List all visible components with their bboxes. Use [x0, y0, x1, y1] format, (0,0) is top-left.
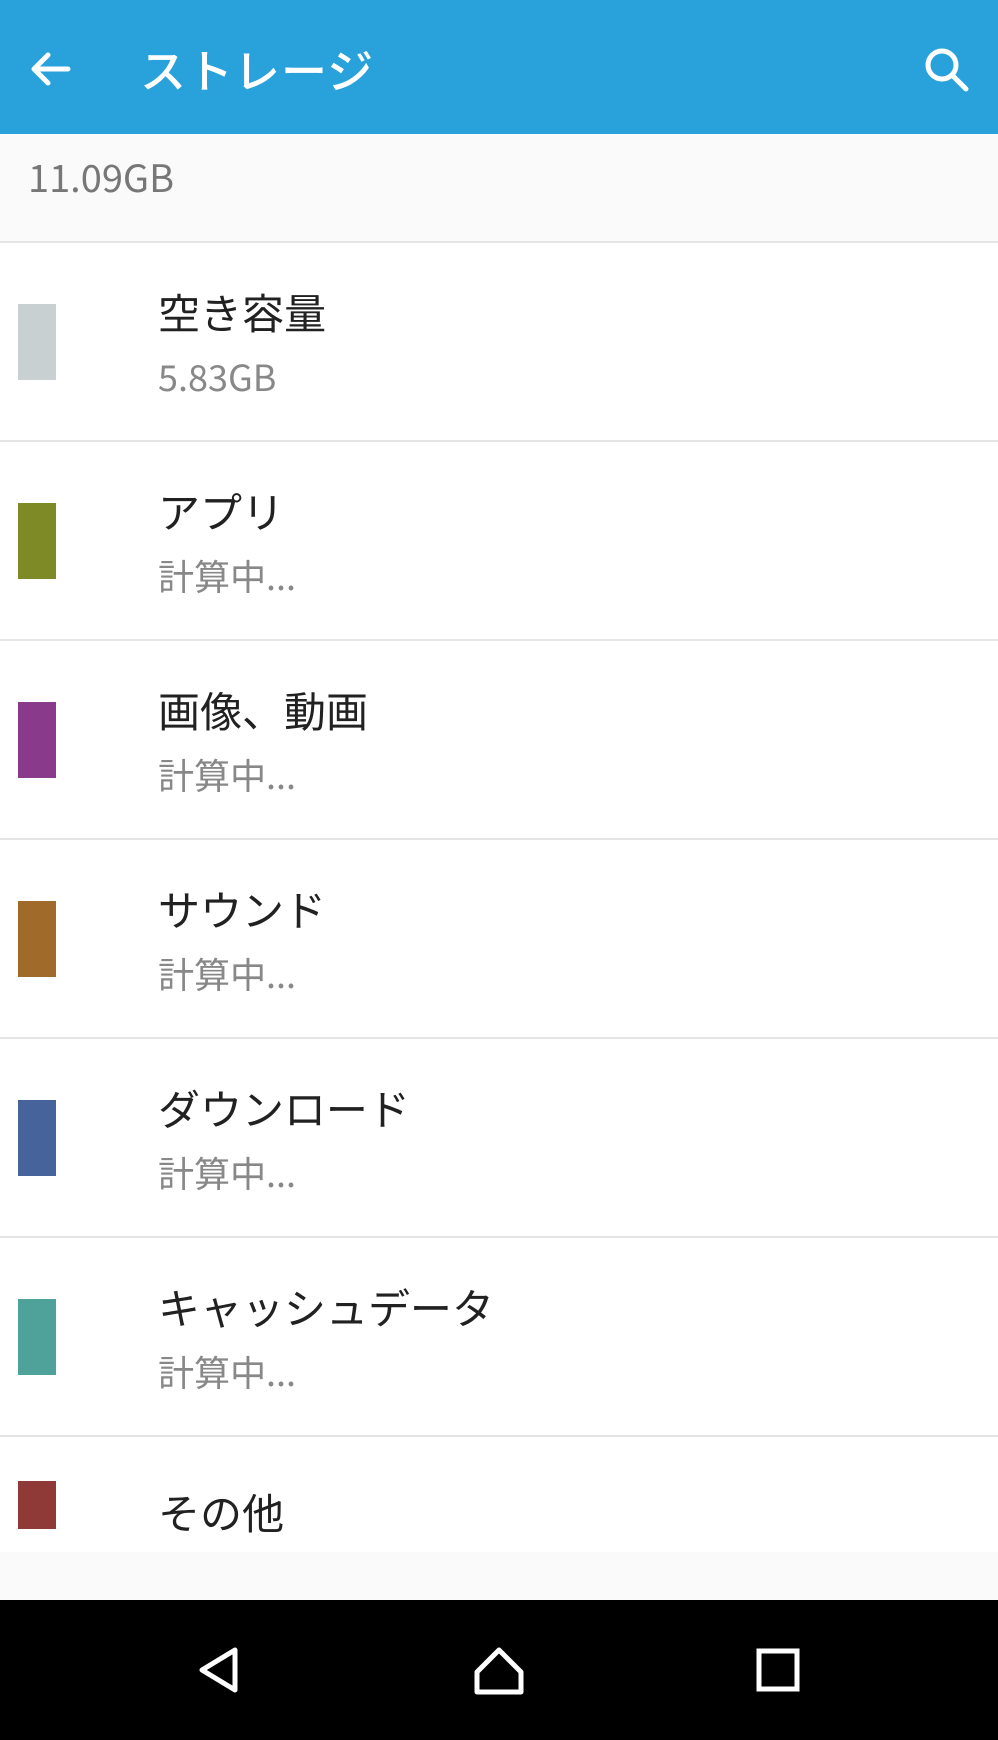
- category-value: 計算中...: [158, 947, 998, 999]
- category-row-download[interactable]: ダウンロード 計算中...: [0, 1039, 998, 1238]
- category-value: 計算中...: [158, 1345, 998, 1397]
- category-value: 計算中...: [158, 1146, 998, 1198]
- category-label: 空き容量: [158, 281, 998, 342]
- category-value: 計算中...: [158, 549, 998, 601]
- color-swatch-cache: [18, 1299, 56, 1375]
- total-storage: 11.09GB: [0, 134, 998, 243]
- nav-home-icon: [467, 1638, 531, 1702]
- category-row-free[interactable]: 空き容量 5.83GB: [0, 243, 998, 442]
- color-swatch-download: [18, 1100, 56, 1176]
- page-title: ストレージ: [140, 36, 918, 102]
- category-row-sound[interactable]: サウンド 計算中...: [0, 840, 998, 1039]
- color-swatch-apps: [18, 503, 56, 579]
- category-label: アプリ: [158, 480, 998, 541]
- category-value: 計算中...: [158, 748, 998, 800]
- app-bar: ストレージ: [0, 4, 998, 134]
- nav-recent-icon: [751, 1643, 805, 1697]
- category-label: キャッシュデータ: [158, 1276, 998, 1337]
- search-button[interactable]: [918, 41, 974, 97]
- category-row-images-video[interactable]: 画像、動画 計算中...: [0, 641, 998, 840]
- back-button[interactable]: [24, 41, 80, 97]
- storage-list: 11.09GB 空き容量 5.83GB アプリ 計算中... 画像、動画 計算中…: [0, 134, 998, 1552]
- nav-back-button[interactable]: [184, 1634, 256, 1706]
- category-label: サウンド: [158, 878, 998, 939]
- category-value: 5.83GB: [158, 350, 998, 402]
- nav-recent-button[interactable]: [742, 1634, 814, 1706]
- nav-back-icon: [190, 1640, 250, 1700]
- category-label: ダウンロード: [158, 1077, 998, 1138]
- category-label: 画像、動画: [158, 679, 998, 740]
- category-row-apps[interactable]: アプリ 計算中...: [0, 442, 998, 641]
- back-arrow-icon: [28, 45, 76, 93]
- color-swatch-sound: [18, 901, 56, 977]
- category-row-other[interactable]: その他: [0, 1437, 998, 1552]
- color-swatch-other: [18, 1481, 56, 1529]
- category-row-cache[interactable]: キャッシュデータ 計算中...: [0, 1238, 998, 1437]
- color-swatch-free: [18, 304, 56, 380]
- nav-home-button[interactable]: [463, 1634, 535, 1706]
- system-nav-bar: [0, 1600, 998, 1740]
- color-swatch-images-video: [18, 702, 56, 778]
- search-icon: [920, 43, 972, 95]
- category-label: その他: [158, 1481, 998, 1542]
